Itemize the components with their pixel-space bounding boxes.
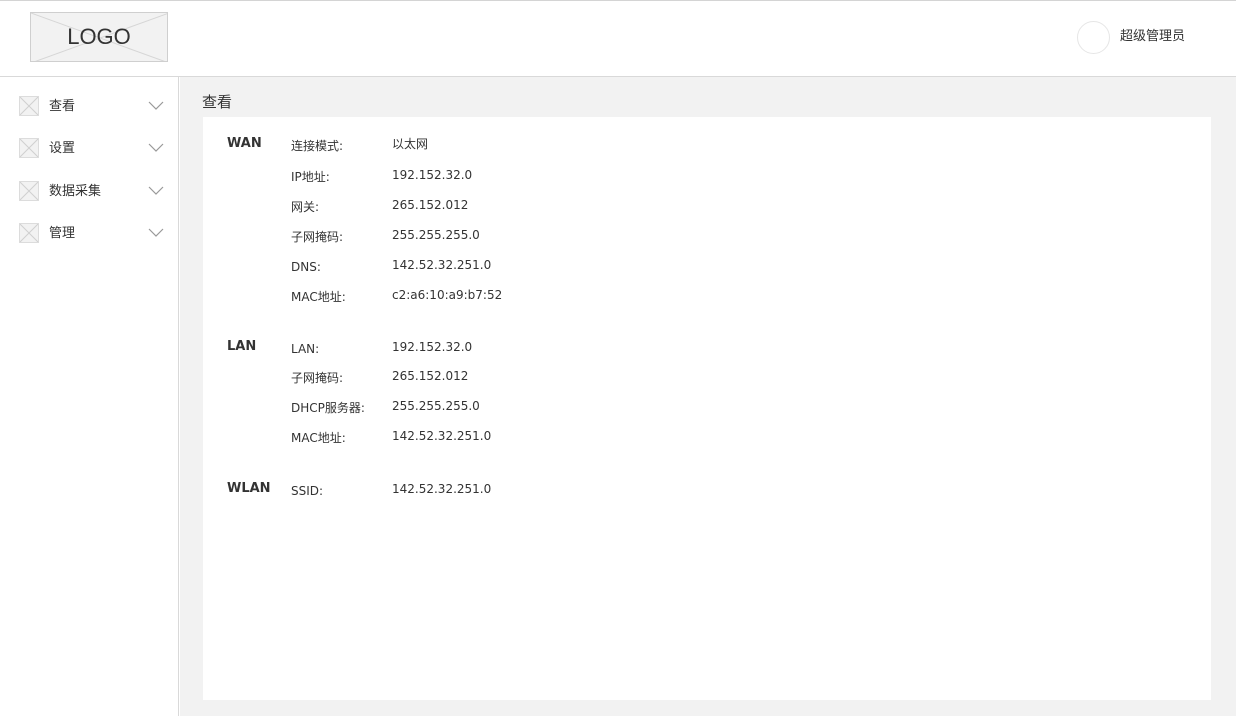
sidebar-item-settings[interactable]: 设置 — [0, 138, 178, 174]
logo[interactable]: LOGO — [30, 12, 168, 62]
placeholder-image-icon — [19, 223, 39, 243]
field-label: 连接模式: — [291, 139, 344, 153]
info-row: 子网掩码: 265.152.012 — [203, 367, 803, 387]
section-title-wan: WAN — [227, 136, 262, 151]
field-label: IP地址: — [291, 170, 330, 184]
sidebar-item-management[interactable]: 管理 — [0, 223, 178, 259]
info-row: WAN 连接模式: 以太网 — [203, 135, 803, 155]
field-value: 142.52.32.251.0 — [392, 258, 492, 272]
sidebar: 查看 设置 数据采集 管理 — [0, 77, 179, 716]
info-row: IP地址: 192.152.32.0 — [203, 166, 803, 186]
chevron-down-icon[interactable] — [148, 228, 164, 238]
info-row: LAN LAN: 192.152.32.0 — [203, 338, 803, 358]
placeholder-image-icon — [19, 181, 39, 201]
user-avatar[interactable] — [1077, 21, 1110, 54]
section-title-wlan: WLAN — [227, 481, 271, 496]
chevron-down-icon[interactable] — [148, 143, 164, 153]
field-label: 网关: — [291, 200, 320, 214]
info-row: DNS: 142.52.32.251.0 — [203, 256, 803, 276]
sidebar-item-label: 设置 — [49, 141, 76, 156]
field-value: 142.52.32.251.0 — [392, 482, 492, 496]
info-row: DHCP服务器: 255.255.255.0 — [203, 397, 803, 417]
field-value: 255.255.255.0 — [392, 399, 480, 413]
sidebar-item-label: 查看 — [49, 99, 76, 114]
field-value: 265.152.012 — [392, 369, 469, 383]
field-value: 以太网 — [392, 137, 429, 151]
placeholder-image-icon — [19, 96, 39, 116]
field-label: SSID: — [291, 484, 324, 498]
field-value: 192.152.32.0 — [392, 168, 473, 182]
field-label: MAC地址: — [291, 431, 346, 445]
logo-text: LOGO — [67, 24, 131, 49]
sidebar-item-view[interactable]: 查看 — [0, 96, 178, 132]
user-name[interactable]: 超级管理员 — [1120, 28, 1185, 46]
sidebar-item-label: 管理 — [49, 226, 76, 241]
info-row: 网关: 265.152.012 — [203, 196, 803, 216]
sidebar-item-data-collection[interactable]: 数据采集 — [0, 181, 178, 217]
sidebar-item-label: 数据采集 — [49, 184, 102, 199]
field-value: c2:a6:10:a9:b7:52 — [392, 288, 503, 302]
main-content: 查看 WAN 连接模式: 以太网 IP地址: 192.152.32.0 网关: … — [180, 77, 1236, 716]
chevron-down-icon[interactable] — [148, 186, 164, 196]
field-value: 255.255.255.0 — [392, 228, 480, 242]
info-row: 子网掩码: 255.255.255.0 — [203, 226, 803, 246]
section-title-lan: LAN — [227, 339, 257, 354]
field-label: DNS: — [291, 260, 321, 274]
page-title: 查看 — [202, 93, 233, 111]
field-value: 192.152.32.0 — [392, 340, 473, 354]
info-panel: WAN 连接模式: 以太网 IP地址: 192.152.32.0 网关: 265… — [203, 117, 1211, 700]
info-row: MAC地址: 142.52.32.251.0 — [203, 427, 803, 447]
info-row: MAC地址: c2:a6:10:a9:b7:52 — [203, 286, 803, 306]
field-label: LAN: — [291, 342, 320, 356]
field-value: 265.152.012 — [392, 198, 469, 212]
chevron-down-icon[interactable] — [148, 101, 164, 111]
field-label: 子网掩码: — [291, 371, 344, 385]
field-value: 142.52.32.251.0 — [392, 429, 492, 443]
top-header: LOGO 超级管理员 — [0, 0, 1236, 77]
field-label: MAC地址: — [291, 290, 346, 304]
field-label: 子网掩码: — [291, 230, 344, 244]
placeholder-image-icon — [19, 138, 39, 158]
field-label: DHCP服务器: — [291, 401, 365, 415]
info-row: WLAN SSID: 142.52.32.251.0 — [203, 480, 803, 500]
